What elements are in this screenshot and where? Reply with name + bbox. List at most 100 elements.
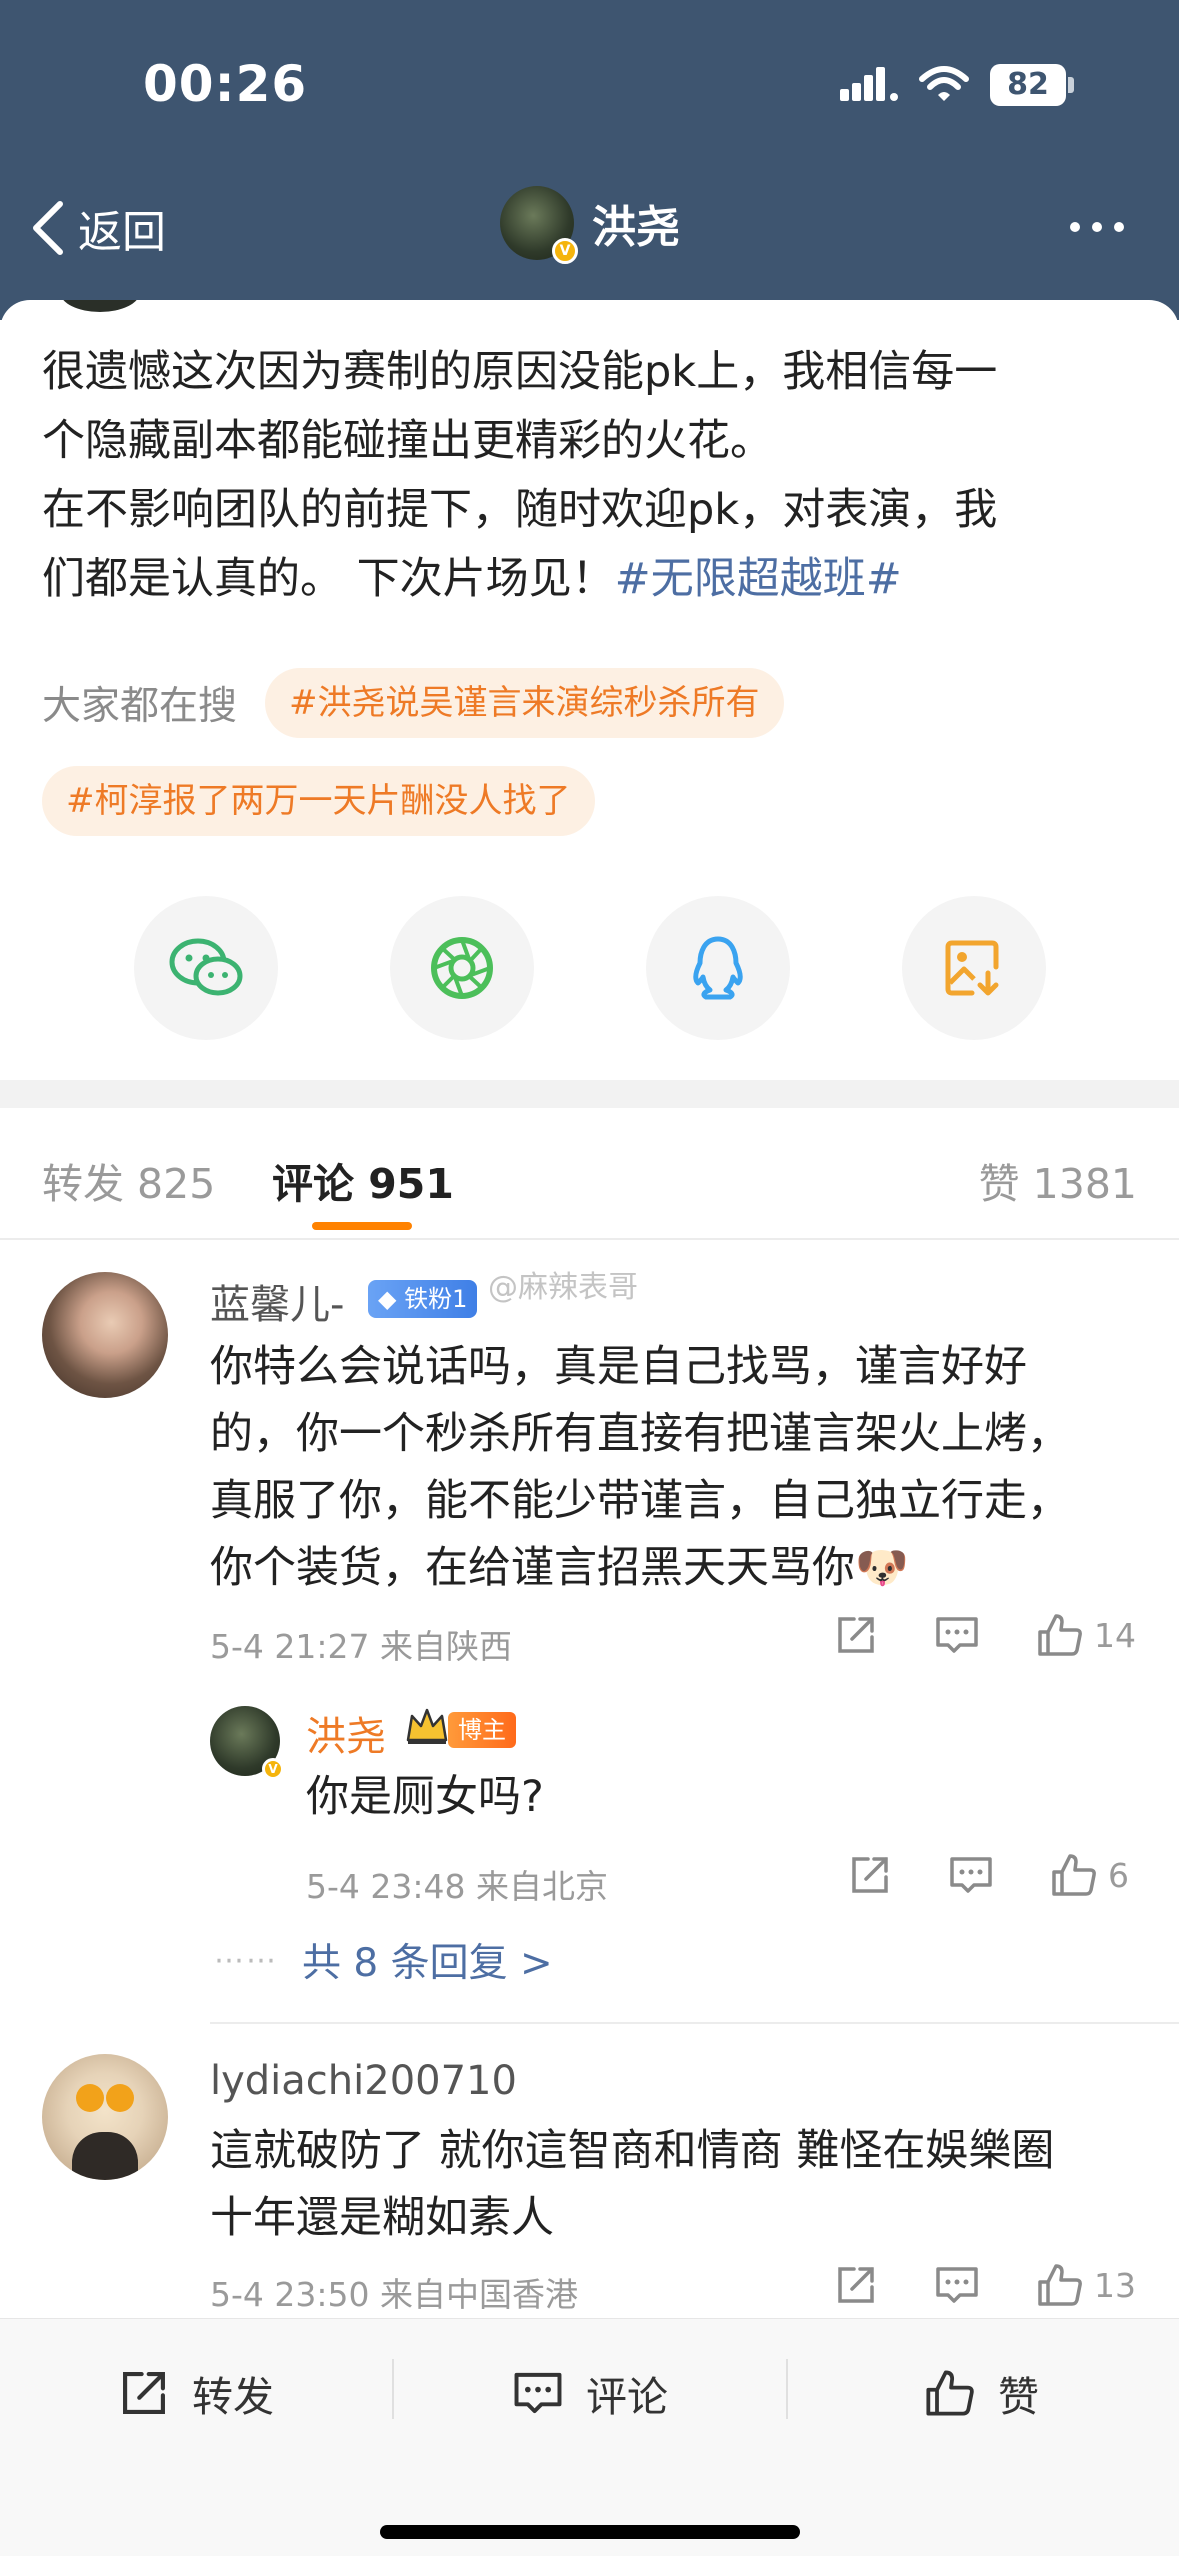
comment-line: 十年還是糊如素人 bbox=[210, 2193, 554, 2243]
bar-divider bbox=[392, 2359, 394, 2419]
save-image-icon bbox=[945, 940, 999, 996]
repost-reply-button[interactable] bbox=[848, 1853, 892, 1897]
post-card: 很遗憾这次因为赛制的原因没能pk上，我相信每一 个隐藏副本都能碰撞出更精彩的火花… bbox=[0, 300, 1179, 1080]
status-icons: 82 bbox=[840, 64, 1074, 106]
fan-badge-label: 铁粉1 bbox=[404, 1285, 468, 1313]
like-count: 14 bbox=[1094, 1615, 1136, 1655]
thumbs-up-icon bbox=[926, 2370, 974, 2416]
repost-label: 转发 bbox=[192, 2373, 274, 2421]
comment-actions: 13 bbox=[778, 2262, 1136, 2308]
tab-like[interactable]: 赞 1381 bbox=[979, 1150, 1137, 1210]
comment-separator bbox=[210, 2022, 1179, 2024]
page-title: 洪尧 bbox=[592, 202, 680, 253]
thumbs-up-icon bbox=[1038, 1614, 1082, 1656]
wechat-icon bbox=[169, 938, 243, 996]
like-count: 6 bbox=[1108, 1855, 1129, 1895]
comment-line-text: 你个装货，在给谨言招黑天天骂你 bbox=[210, 1543, 855, 1593]
share-row bbox=[134, 896, 1046, 1040]
comment-actions: 14 bbox=[778, 1612, 1136, 1658]
status-time: 00:26 bbox=[143, 55, 308, 113]
comment-line: 你个装货，在给谨言招黑天天骂你🐶 bbox=[210, 1535, 1070, 1602]
post-body: 很遗憾这次因为赛制的原因没能pk上，我相信每一 个隐藏副本都能碰撞出更精彩的火花… bbox=[42, 338, 1142, 614]
section-divider bbox=[0, 1080, 1179, 1108]
like-comment-button[interactable]: 14 bbox=[1036, 1612, 1136, 1658]
post-line-text: 们都是认真的。 下次片场见！ bbox=[42, 554, 615, 604]
like-button[interactable]: 赞 bbox=[924, 2363, 1039, 2423]
moments-share-button[interactable] bbox=[390, 896, 534, 1040]
avatar: V bbox=[500, 186, 578, 264]
crown-icon bbox=[406, 1708, 448, 1744]
post-line: 在不影响团队的前提下，随时欢迎pk，对表演，我 bbox=[42, 485, 998, 535]
avatar[interactable] bbox=[42, 1272, 168, 1398]
reply-reply-button[interactable] bbox=[948, 1853, 994, 1897]
doge-emoji-icon: 🐶 bbox=[855, 1543, 909, 1593]
reply-meta: 5-4 23:48 来自北京 bbox=[306, 1867, 608, 1906]
comment-label: 评论 bbox=[586, 2373, 668, 2421]
post-line: 很遗憾这次因为赛制的原因没能pk上，我相信每一 bbox=[42, 347, 998, 397]
author-avatar-peek bbox=[60, 300, 140, 312]
avatar[interactable] bbox=[42, 2054, 168, 2180]
comment-icon bbox=[950, 1857, 992, 1893]
bottom-action-bar: 转发 评论 赞 bbox=[0, 2318, 1179, 2556]
bar-divider bbox=[786, 2359, 788, 2419]
verified-icon: V bbox=[262, 1758, 284, 1780]
share-icon bbox=[838, 2267, 874, 2303]
comment-username[interactable]: 蓝馨儿- bbox=[210, 1272, 344, 1330]
trending-chip[interactable]: #洪尧说吴谨言来演综秒杀所有 bbox=[265, 668, 784, 738]
reply-comment-button[interactable] bbox=[934, 1613, 980, 1657]
comment-icon bbox=[936, 1617, 978, 1653]
comment-username[interactable]: lydiachi200710 bbox=[210, 2058, 517, 2104]
comment-line: 你特么会说话吗，真是自己找骂，谨言好好 bbox=[210, 1342, 1027, 1392]
post-line: 个隐藏副本都能碰撞出更精彩的火花。 bbox=[42, 416, 773, 466]
tab-comment[interactable]: 评论 951 bbox=[272, 1150, 454, 1210]
top-header: 00:26 82 返回 V 洪尧 bbox=[0, 0, 1179, 320]
repost-button[interactable]: 转发 bbox=[118, 2363, 274, 2423]
like-count: 13 bbox=[1094, 2265, 1136, 2305]
reply-username[interactable]: 洪尧 bbox=[306, 1704, 386, 1762]
reply-actions: 6 bbox=[792, 1852, 1129, 1898]
save-image-button[interactable] bbox=[902, 896, 1046, 1040]
thumbs-up-icon bbox=[1038, 2264, 1082, 2306]
reply-body: 你是厕女吗? bbox=[306, 1772, 544, 1822]
comment-button[interactable]: 评论 bbox=[512, 2363, 668, 2423]
fan-badge: ◆ 铁粉1 bbox=[368, 1280, 478, 1318]
trending-label: 大家都在搜 bbox=[42, 684, 238, 729]
qq-share-button[interactable] bbox=[646, 896, 790, 1040]
battery-tip bbox=[1068, 77, 1074, 93]
comment-line: 這就破防了 就你這智商和情商 難怪在娛樂圈 bbox=[210, 2126, 1055, 2176]
back-button[interactable]: 返回 bbox=[30, 196, 166, 260]
trending-search-row: 大家都在搜 #洪尧说吴谨言来演综秒杀所有 bbox=[42, 668, 784, 738]
comment-icon bbox=[514, 2372, 562, 2414]
battery-level: 82 bbox=[990, 64, 1066, 106]
chevron-left-icon bbox=[33, 201, 63, 255]
repost-comment-button[interactable] bbox=[834, 2263, 878, 2307]
post-line: 们都是认真的。 下次片场见！#无限超越班# bbox=[42, 545, 1142, 614]
avatar[interactable]: V bbox=[210, 1706, 284, 1780]
watermark: @麻辣表哥 bbox=[488, 1270, 638, 1305]
tab-repost[interactable]: 转发 825 bbox=[42, 1150, 215, 1210]
comment-line: 真服了你，能不能少带谨言，自己独立行走， bbox=[210, 1476, 1070, 1526]
reply-comment-button[interactable] bbox=[934, 2263, 980, 2307]
moments-icon bbox=[431, 937, 493, 999]
comment-icon bbox=[936, 2267, 978, 2303]
thumbs-up-icon bbox=[1052, 1854, 1096, 1896]
post-tabs: 转发 825 评论 951 赞 1381 bbox=[0, 1108, 1179, 1240]
more-replies-link[interactable]: 共 8 条回复 > bbox=[302, 1932, 553, 1988]
trending-chip[interactable]: #柯淳报了两万一天片酬没人找了 bbox=[42, 766, 595, 836]
wifi-icon bbox=[919, 66, 969, 101]
share-icon bbox=[852, 1857, 888, 1893]
signal-icon bbox=[840, 67, 898, 101]
nav-profile[interactable]: V 洪尧 bbox=[500, 186, 680, 264]
home-indicator[interactable] bbox=[380, 2525, 800, 2539]
verified-icon: V bbox=[552, 238, 578, 264]
wechat-share-button[interactable] bbox=[134, 896, 278, 1040]
back-label: 返回 bbox=[78, 207, 166, 258]
like-reply-button[interactable]: 6 bbox=[1050, 1852, 1129, 1898]
repost-comment-button[interactable] bbox=[834, 1613, 878, 1657]
like-comment-button[interactable]: 13 bbox=[1036, 2262, 1136, 2308]
more-options-icon[interactable] bbox=[1070, 222, 1136, 232]
hashtag-link[interactable]: #无限超越班# bbox=[615, 554, 902, 604]
dots: ⋯⋯ bbox=[214, 1942, 278, 1978]
host-badge: 博主 bbox=[448, 1712, 516, 1748]
comment-line: 的，你一个秒杀所有直接有把谨言架火上烤， bbox=[210, 1409, 1070, 1459]
